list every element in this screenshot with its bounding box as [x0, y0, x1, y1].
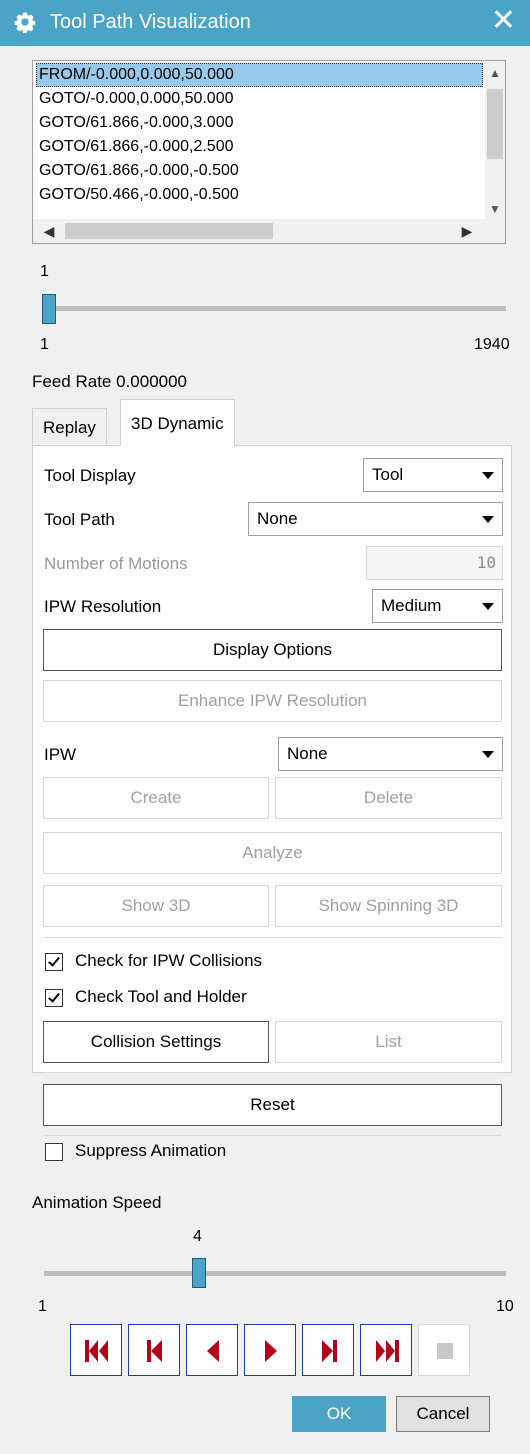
motion-slider-min: 1	[40, 336, 49, 353]
skip-to-end-button[interactable]	[360, 1324, 412, 1376]
list-item[interactable]: GOTO/61.866,-0.000,-0.500	[36, 159, 483, 183]
scroll-right-icon[interactable]: ▶	[455, 219, 479, 243]
window-title: Tool Path Visualization	[50, 11, 251, 33]
animation-speed-value: 4	[193, 1228, 202, 1245]
list-item[interactable]: GOTO/50.466,-0.000,-0.500	[36, 183, 483, 207]
animation-speed-label: Animation Speed	[32, 1193, 162, 1212]
enhance-ipw-resolution-button: Enhance IPW Resolution	[43, 680, 502, 722]
cancel-button[interactable]: Cancel	[396, 1396, 490, 1432]
step-back-icon	[147, 1340, 162, 1362]
feed-rate-label: Feed Rate 0.000000	[32, 372, 188, 391]
tab-3d-dynamic[interactable]: 3D Dynamic	[120, 399, 235, 446]
ipw-resolution-label: IPW Resolution	[44, 597, 162, 616]
checkmark-icon	[48, 954, 60, 967]
list-item[interactable]: GOTO/-0.000,0.000,50.000	[36, 87, 483, 111]
list-item[interactable]: GOTO/61.866,-0.000,2.500	[36, 135, 483, 159]
ipw-select[interactable]: None	[278, 737, 503, 771]
play-forward-button[interactable]	[244, 1324, 296, 1376]
analyze-button: Analyze	[43, 832, 502, 874]
close-icon[interactable]: ✕	[491, 6, 516, 36]
tool-path-value: None	[257, 509, 298, 528]
suppress-animation-checkbox[interactable]	[45, 1143, 63, 1161]
scroll-corner	[485, 219, 505, 243]
animation-speed-handle[interactable]	[192, 1258, 206, 1288]
chevron-down-icon	[482, 751, 494, 758]
animation-speed-max: 10	[496, 1298, 514, 1315]
tool-display-value: Tool	[372, 465, 404, 484]
horizontal-scrollbar[interactable]: ◀ ▶	[33, 219, 505, 243]
stop-icon	[437, 1343, 453, 1359]
play-forward-icon	[265, 1340, 277, 1362]
skip-to-start-icon	[85, 1340, 108, 1362]
animation-speed-min: 1	[38, 1298, 47, 1315]
divider	[43, 1072, 502, 1073]
reset-button[interactable]: Reset	[43, 1084, 502, 1126]
number-of-motions-label: Number of Motions	[44, 554, 188, 573]
animation-speed-track[interactable]	[44, 1271, 506, 1276]
suppress-animation-label[interactable]: Suppress Animation	[75, 1141, 226, 1161]
tool-path-list[interactable]: FROM/-0.000,0.000,50.000 GOTO/-0.000,0.0…	[32, 60, 506, 244]
tool-path-rows: FROM/-0.000,0.000,50.000 GOTO/-0.000,0.0…	[36, 63, 483, 207]
vertical-scrollbar[interactable]: ▲ ▼	[485, 61, 505, 221]
check-ipw-collisions-checkbox[interactable]	[45, 953, 63, 971]
divider	[43, 937, 502, 938]
skip-to-start-button[interactable]	[70, 1324, 122, 1376]
scroll-up-icon[interactable]: ▲	[485, 63, 505, 83]
chevron-down-icon	[482, 472, 494, 479]
step-forward-button[interactable]	[302, 1324, 354, 1376]
list-item[interactable]: FROM/-0.000,0.000,50.000	[36, 63, 483, 87]
check-tool-holder-label[interactable]: Check Tool and Holder	[75, 987, 247, 1007]
show-3d-button: Show 3D	[43, 885, 269, 927]
ipw-label: IPW	[44, 745, 77, 764]
motion-slider-value: 1	[40, 263, 49, 280]
motion-slider-handle[interactable]	[42, 294, 56, 324]
divider	[43, 1135, 502, 1136]
play-reverse-icon	[207, 1340, 219, 1362]
create-button: Create	[43, 777, 269, 819]
show-spinning-3d-button: Show Spinning 3D	[275, 885, 502, 927]
ipw-resolution-value: Medium	[381, 596, 442, 615]
motion-slider-max: 1940	[474, 336, 510, 353]
motion-slider-track[interactable]	[44, 306, 506, 311]
list-item[interactable]: GOTO/61.866,-0.000,3.000	[36, 111, 483, 135]
check-ipw-collisions-label[interactable]: Check for IPW Collisions	[75, 951, 262, 971]
gear-icon	[14, 12, 36, 33]
ipw-resolution-select[interactable]: Medium	[372, 589, 503, 623]
delete-button: Delete	[275, 777, 502, 819]
tool-path-label: Tool Path	[44, 510, 115, 529]
horizontal-scroll-thumb[interactable]	[65, 223, 273, 239]
check-tool-holder-checkbox[interactable]	[45, 989, 63, 1007]
chevron-down-icon	[482, 603, 494, 610]
scroll-left-icon[interactable]: ◀	[37, 219, 61, 243]
tool-path-select[interactable]: None	[248, 502, 503, 536]
step-back-button[interactable]	[128, 1324, 180, 1376]
tab-replay[interactable]: Replay	[32, 408, 107, 446]
list-button: List	[275, 1021, 502, 1063]
ipw-value: None	[287, 744, 328, 763]
display-options-button[interactable]: Display Options	[43, 629, 502, 671]
tool-display-label: Tool Display	[44, 466, 136, 485]
stop-button	[418, 1324, 470, 1376]
collision-settings-button[interactable]: Collision Settings	[43, 1021, 269, 1063]
play-reverse-button[interactable]	[186, 1324, 238, 1376]
checkmark-icon	[48, 990, 60, 1003]
scroll-down-icon[interactable]: ▼	[485, 199, 505, 219]
number-of-motions-field: 10	[366, 546, 503, 580]
tool-display-select[interactable]: Tool	[363, 458, 503, 492]
skip-to-end-icon	[376, 1340, 399, 1362]
title-bar: Tool Path Visualization ✕	[0, 0, 530, 46]
chevron-down-icon	[482, 516, 494, 523]
vertical-scroll-thumb[interactable]	[487, 89, 503, 159]
step-forward-icon	[322, 1340, 337, 1362]
ok-button[interactable]: OK	[292, 1396, 386, 1432]
